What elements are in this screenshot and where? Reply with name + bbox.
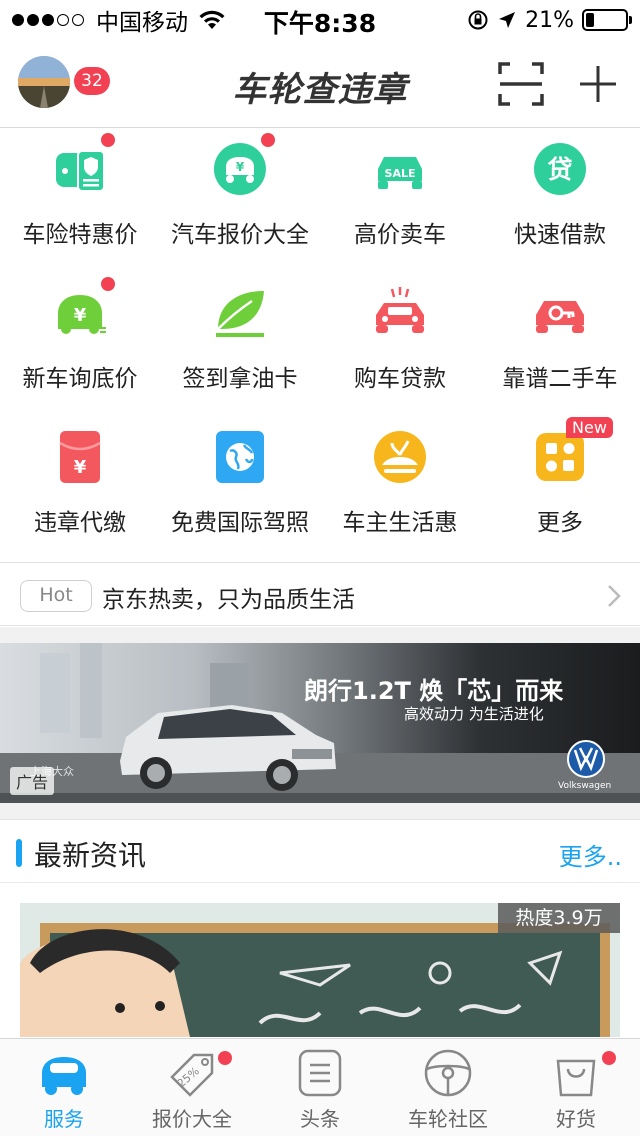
tab-service[interactable]: 服务 [0, 1039, 128, 1136]
service-label: 高价卖车 [354, 222, 446, 248]
service-grid: 车险特惠价 ¥ 汽车报价大全 SALE 高价卖车 贷 快速借款 ¥ 新车询底价 … [0, 129, 640, 561]
service-used-car[interactable]: 靠谱二手车 [480, 273, 640, 417]
notification-dot [261, 133, 275, 147]
notification-dot [101, 277, 115, 291]
service-intl-license[interactable]: 免费国际驾照 [160, 417, 320, 561]
battery-percent: 21% [525, 7, 574, 33]
tab-price[interactable]: 25% 报价大全 [128, 1039, 256, 1136]
hot-promo-text: 京东热卖，只为品质生活 [102, 587, 355, 613]
rotation-lock-icon [468, 10, 488, 30]
volkswagen-logo-icon [567, 740, 605, 778]
scan-icon[interactable] [498, 62, 544, 106]
steering-wheel-icon [424, 1049, 472, 1097]
ad-banner[interactable]: 朗行1.2T 焕「芯」而来 高效动力 为生活进化 Volkswagen 上海大众… [0, 643, 640, 803]
hot-promo-bar[interactable]: Hot 京东热卖，只为品质生活 [0, 562, 640, 626]
car-sale-icon: SALE [378, 157, 422, 189]
avatar[interactable] [18, 56, 70, 108]
section-accent-bar [16, 839, 22, 867]
ad-label: 广告 [10, 767, 55, 795]
service-label: 汽车报价大全 [171, 222, 309, 248]
service-label: 免费国际驾照 [171, 510, 309, 536]
banner-subline: 高效动力 为生活进化 [404, 705, 544, 723]
leaf-checkin-icon [216, 291, 264, 337]
section-divider [0, 627, 640, 643]
bottom-tab-bar: 服务 25% 报价大全 头条 车轮社区 好货 [0, 1038, 640, 1136]
service-car-insurance[interactable]: 车险特惠价 [0, 129, 160, 273]
service-label: 更多 [537, 510, 583, 536]
news-section-header: 最新资讯 更多.. [0, 819, 640, 883]
car-service-icon [42, 1057, 86, 1095]
notification-dot [101, 133, 115, 147]
battery-icon [582, 9, 632, 31]
location-arrow-icon [499, 12, 516, 28]
new-badge: New [566, 417, 613, 438]
app-logo: 车轮查违章 [232, 70, 408, 110]
tab-goods[interactable]: 好货 [512, 1039, 640, 1136]
tab-label: 服务 [44, 1107, 84, 1131]
news-list-icon [298, 1049, 342, 1097]
service-owner-life[interactable]: 车主生活惠 [320, 417, 480, 561]
tab-headlines[interactable]: 头条 [256, 1039, 384, 1136]
app-header: 32 车轮查违章 [0, 40, 640, 128]
service-label: 车险特惠价 [22, 222, 138, 248]
section-divider [0, 803, 640, 819]
service-car-price[interactable]: ¥ 汽车报价大全 [160, 129, 320, 273]
tab-label: 好货 [556, 1107, 596, 1131]
battery-fill [586, 13, 594, 27]
used-car-key-icon [536, 301, 584, 333]
plus-icon[interactable] [578, 62, 618, 106]
lifestyle-icon [374, 431, 426, 483]
service-car-sale[interactable]: SALE 高价卖车 [320, 129, 480, 273]
heat-badge: 热度3.9万 [498, 903, 620, 933]
tab-label: 车轮社区 [408, 1107, 488, 1131]
price-tag-icon: 25% [170, 1053, 214, 1097]
loan-icon: 贷 [534, 143, 586, 195]
hot-tag: Hot [20, 580, 92, 612]
service-more[interactable]: 更多 [480, 417, 640, 561]
service-label: 签到拿油卡 [182, 366, 298, 392]
new-car-price-icon: ¥ [58, 295, 106, 334]
service-label: 车主生活惠 [342, 510, 458, 536]
notification-dot [218, 1051, 232, 1065]
service-car-loan[interactable]: 购车贷款 [320, 273, 480, 417]
news-section-title: 最新资讯 [34, 839, 147, 872]
news-more-link[interactable]: 更多.. [559, 837, 622, 872]
tab-community[interactable]: 车轮社区 [384, 1039, 512, 1136]
car-insurance-icon [56, 150, 105, 192]
service-label: 快速借款 [514, 222, 606, 248]
car-loan-icon [376, 287, 424, 333]
service-label: 购车贷款 [354, 366, 446, 392]
banner-headline: 朗行1.2T 焕「芯」而来 [304, 677, 564, 705]
service-checkin[interactable]: 签到拿油卡 [160, 273, 320, 417]
banner-brand: Volkswagen [558, 781, 612, 791]
red-envelope-icon: ¥ [59, 431, 101, 483]
service-loan[interactable]: 贷 快速借款 [480, 129, 640, 273]
service-violation-payment[interactable]: ¥ 违章代缴 [0, 417, 160, 561]
service-new-car-price[interactable]: ¥ 新车询底价 [0, 273, 160, 417]
car-price-icon: ¥ [213, 143, 266, 195]
tab-label: 报价大全 [152, 1107, 232, 1131]
svg-text:¥: ¥ [74, 457, 87, 478]
service-label: 新车询底价 [22, 366, 138, 392]
globe-icon [216, 431, 264, 483]
shopping-bag-icon [556, 1059, 596, 1097]
service-label: 违章代缴 [34, 510, 126, 536]
tab-label: 头条 [300, 1107, 340, 1131]
avatar-image [18, 56, 70, 108]
notification-dot [602, 1051, 616, 1065]
message-count-badge: 32 [74, 67, 110, 95]
svg-text:¥: ¥ [74, 305, 87, 326]
service-label: 靠谱二手车 [502, 366, 618, 392]
chevron-right-icon [608, 585, 621, 607]
status-bar: 中国移动 下午8:38 21% [0, 0, 640, 40]
svg-text:贷: 贷 [547, 155, 572, 184]
svg-text:¥: ¥ [236, 160, 245, 174]
svg-text:SALE: SALE [385, 167, 416, 180]
status-right: 21% [467, 6, 632, 34]
